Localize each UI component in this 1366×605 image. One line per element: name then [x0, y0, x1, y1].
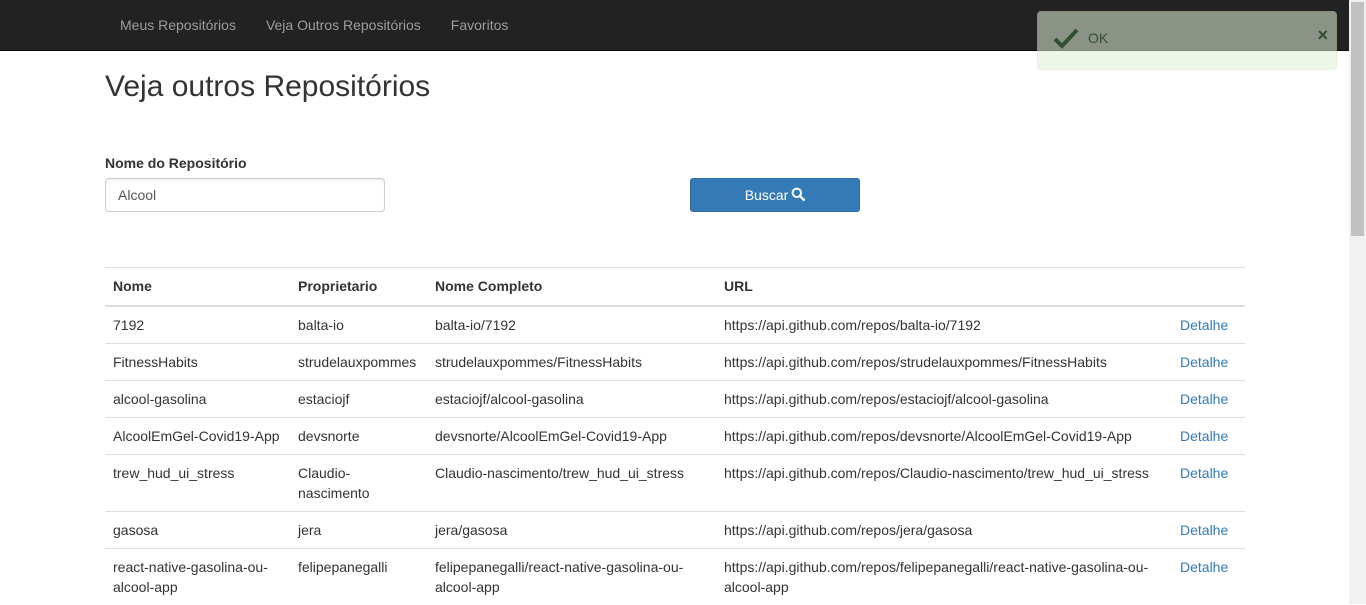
cell-proprietario: felipepanegalli: [290, 547, 427, 605]
cell-nome: AlcoolEmGel-Covid19-App: [105, 416, 290, 454]
repo-name-input[interactable]: [105, 178, 385, 212]
nav-meus-repositorios[interactable]: Meus Repositórios: [105, 0, 251, 50]
table-row: react-native-gasolina-ou-alcool-app feli…: [105, 547, 1245, 605]
col-header-acao: [1172, 267, 1245, 307]
nav-favoritos[interactable]: Favoritos: [436, 0, 524, 50]
cell-acao: Detalhe: [1172, 342, 1245, 380]
cell-nome-completo: balta-io/7192: [435, 316, 516, 333]
detail-link[interactable]: Detalhe: [1180, 391, 1228, 407]
cell-url: https://api.github.com/repos/devsnorte/A…: [716, 416, 1172, 454]
table-header-row: Nome Proprietario Nome Completo URL: [105, 267, 1245, 307]
cell-nome: trew_hud_ui_stress: [105, 453, 290, 511]
nav-list: Meus Repositórios Veja Outros Repositóri…: [105, 0, 523, 50]
cell-acao: Detalhe: [1172, 416, 1245, 454]
detail-link[interactable]: Detalhe: [1180, 559, 1228, 575]
cell-proprietario: balta-io: [298, 316, 344, 333]
success-toast: OK ×: [1037, 11, 1337, 70]
cell-nome-completo: strudelauxpommes/FitnessHabits: [427, 342, 716, 380]
cell-acao: Detalhe: [1172, 547, 1245, 605]
vertical-scrollbar[interactable]: [1349, 0, 1366, 604]
detail-link[interactable]: Detalhe: [1180, 428, 1228, 444]
search-button-label: Buscar: [744, 187, 789, 203]
col-header-url: URL: [716, 267, 1172, 307]
table-row: AlcoolEmGel-Covid19-App devsnorte devsno…: [105, 416, 1245, 454]
toast-message: OK: [1088, 30, 1109, 46]
cell-acao: Detalhe: [1172, 379, 1245, 417]
cell-acao: Detalhe: [1172, 453, 1245, 511]
cell-url: https://api.github.com/repos/balta-io/71…: [724, 316, 981, 333]
table-row: alcool-gasolina estaciojf estaciojf/alco…: [105, 379, 1245, 417]
cell-url: https://api.github.com/repos/estaciojf/a…: [716, 379, 1172, 417]
cell-nome-completo: felipepanegalli/react-native-gasolina-ou…: [427, 547, 716, 605]
search-button[interactable]: Buscar: [690, 178, 860, 212]
search-icon: [788, 187, 806, 204]
cell-nome-completo: jera/gasosa: [427, 510, 716, 548]
cell-url: https://api.github.com/repos/felipepaneg…: [716, 547, 1172, 605]
cell-proprietario: devsnorte: [290, 416, 427, 454]
table-row: FitnessHabits strudelauxpommes strudelau…: [105, 342, 1245, 380]
table-row: gasosa jera jera/gasosa https://api.gith…: [105, 510, 1245, 548]
detail-link[interactable]: Detalhe: [1180, 354, 1228, 370]
repo-name-label: Nome do Repositório: [105, 155, 247, 171]
nav-veja-outros-repositorios[interactable]: Veja Outros Repositórios: [251, 0, 436, 50]
table-row: trew_hud_ui_stress Claudio-nascimento Cl…: [105, 453, 1245, 511]
col-header-proprietario: Proprietario: [290, 267, 427, 307]
repo-table-container: Nome Proprietario Nome Completo URL 7192…: [105, 267, 1245, 605]
cell-nome: alcool-gasolina: [105, 379, 290, 417]
detail-link[interactable]: Detalhe: [1180, 465, 1228, 481]
cell-nome: 7192: [113, 316, 145, 333]
cell-nome-completo: estaciojf/alcool-gasolina: [427, 379, 716, 417]
table-row: 7192 balta-io balta-io/7192 https://api.…: [105, 306, 1245, 344]
repo-table: Nome Proprietario Nome Completo URL 7192…: [105, 267, 1245, 605]
cell-url: https://api.github.com/repos/jera/gasosa: [716, 510, 1172, 548]
cell-nome: gasosa: [105, 510, 290, 548]
detail-link[interactable]: Detalhe: [1180, 317, 1228, 333]
cell-proprietario: Claudio-nascimento: [290, 453, 427, 511]
cell-nome: react-native-gasolina-ou-alcool-app: [105, 547, 290, 605]
cell-nome-completo: devsnorte/AlcoolEmGel-Covid19-App: [427, 416, 716, 454]
cell-acao: Detalhe: [1172, 510, 1245, 548]
col-header-nome-completo: Nome Completo: [427, 267, 716, 307]
close-icon[interactable]: ×: [1317, 26, 1328, 44]
check-icon: [1053, 27, 1079, 49]
scrollbar-thumb[interactable]: [1351, 2, 1364, 236]
cell-acao: Detalhe: [1172, 306, 1245, 344]
cell-proprietario: strudelauxpommes: [290, 342, 427, 380]
cell-url: https://api.github.com/repos/strudelauxp…: [716, 342, 1172, 380]
cell-proprietario: jera: [290, 510, 427, 548]
cell-url: https://api.github.com/repos/Claudio-nas…: [716, 453, 1172, 511]
cell-proprietario: estaciojf: [290, 379, 427, 417]
col-header-nome: Nome: [105, 267, 290, 307]
detail-link[interactable]: Detalhe: [1180, 522, 1228, 538]
cell-nome-completo: Claudio-nascimento/trew_hud_ui_stress: [427, 453, 716, 511]
page-title: Veja outros Repositórios: [105, 70, 431, 103]
cell-nome: FitnessHabits: [105, 342, 290, 380]
